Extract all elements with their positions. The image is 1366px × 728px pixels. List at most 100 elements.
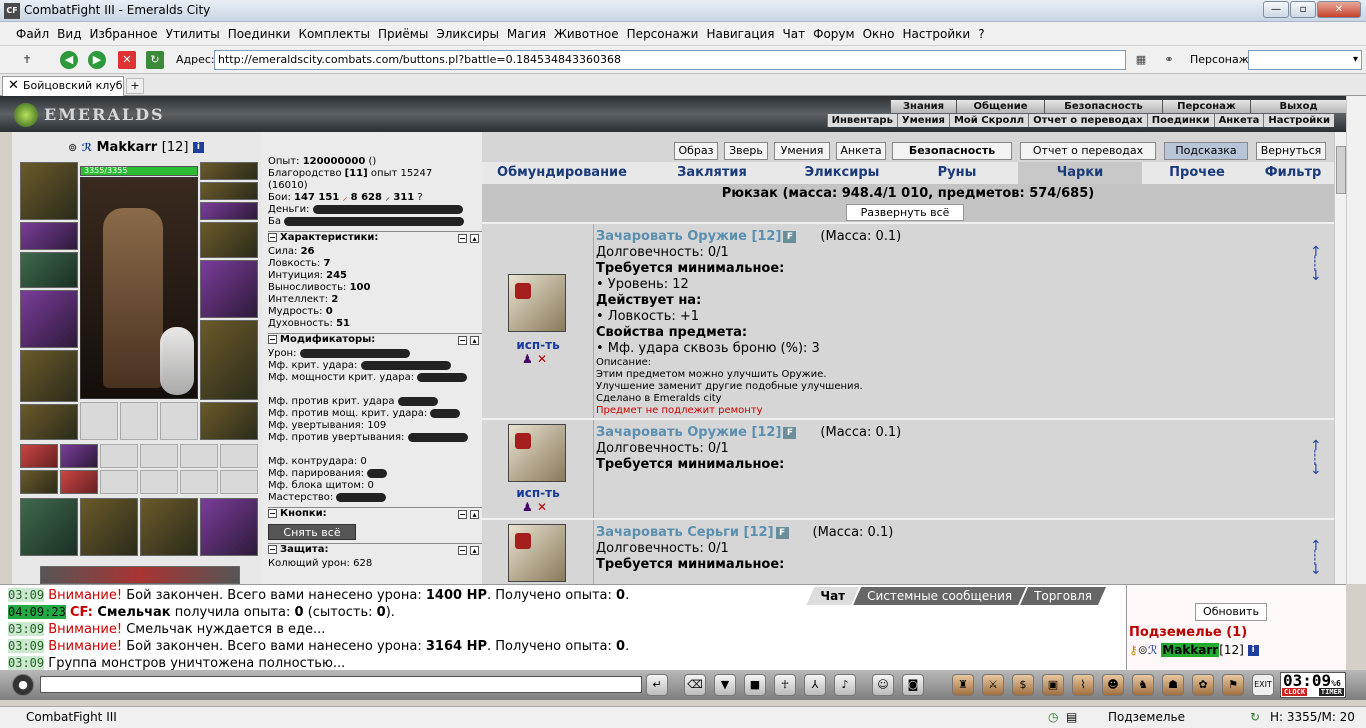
- tool-scroll-icon[interactable]: ⌇: [1072, 674, 1094, 696]
- menu-magic[interactable]: Магия: [503, 22, 550, 46]
- nav-fights[interactable]: Поединки: [1146, 114, 1214, 127]
- tab-chat[interactable]: Чат: [806, 587, 859, 605]
- menu-window[interactable]: Окно: [859, 22, 899, 46]
- back-icon[interactable]: ◀: [60, 51, 78, 69]
- menu-help[interactable]: ?: [974, 22, 988, 46]
- slot-pocket-10[interactable]: [140, 470, 178, 494]
- tab-other[interactable]: Прочее: [1142, 162, 1252, 184]
- pet-owl[interactable]: [160, 327, 194, 395]
- slot-pocket-7[interactable]: [20, 470, 58, 494]
- tab-system[interactable]: Системные сообщения: [853, 587, 1026, 605]
- slot-pocket-2[interactable]: [60, 444, 98, 468]
- slot-pocket-11[interactable]: [180, 470, 218, 494]
- player-row[interactable]: ⚷⊚ℛ Makkarr[12] i: [1129, 643, 1259, 657]
- item-scroll-image[interactable]: [508, 524, 566, 582]
- nav-character[interactable]: Персонаж: [1162, 100, 1250, 113]
- refresh-button[interactable]: Обновить: [1195, 603, 1267, 621]
- info-icon[interactable]: i: [192, 142, 204, 153]
- forum-f-icon[interactable]: F: [775, 526, 789, 539]
- btn-security[interactable]: Безопасность: [892, 142, 1012, 160]
- tool-group-icon[interactable]: ☗: [1162, 674, 1184, 696]
- section-modifiers[interactable]: − Модификаторы: − ▴: [268, 333, 482, 345]
- item-scroll-image[interactable]: [508, 424, 566, 482]
- section-buttons[interactable]: − Кнопки: − ▴: [268, 507, 482, 519]
- move-arrow-icon[interactable]: ↑ ┊ ↓: [1310, 245, 1322, 283]
- fighter-icon[interactable]: ☥: [774, 674, 796, 696]
- maximize-button[interactable]: ▫: [1290, 1, 1316, 18]
- btn-profile[interactable]: Анкета: [836, 142, 886, 160]
- exit-icon[interactable]: EXIT: [1252, 674, 1274, 696]
- page-scrollbar[interactable]: [1346, 96, 1366, 584]
- menu-chars[interactable]: Персонажи: [623, 22, 703, 46]
- menu-tricks[interactable]: Приёмы: [374, 22, 432, 46]
- nav-settings[interactable]: Настройки: [1263, 114, 1334, 127]
- delete-item-icon[interactable]: ✕: [537, 352, 547, 366]
- slot-amulet[interactable]: [20, 222, 78, 250]
- menu-animal[interactable]: Животное: [550, 22, 623, 46]
- tab-fight-club[interactable]: ✕ Бойцовский клуб: [2, 76, 124, 96]
- nav-transfers[interactable]: Отчет о переводах: [1028, 114, 1147, 127]
- refresh-icon[interactable]: ↻: [146, 51, 164, 69]
- use-item-link[interactable]: исп-ть: [482, 338, 594, 352]
- btn-beast[interactable]: Зверь: [724, 142, 768, 160]
- menu-settings[interactable]: Настройки: [898, 22, 974, 46]
- delete-item-icon[interactable]: ✕: [537, 500, 547, 514]
- minimize-button[interactable]: —: [1263, 1, 1289, 18]
- menu-sets[interactable]: Комплекты: [294, 22, 374, 46]
- eraser-icon[interactable]: ⌫: [684, 674, 706, 696]
- btn-return[interactable]: Вернуться: [1256, 142, 1326, 160]
- item-name[interactable]: Зачаровать Оружие [12]: [596, 425, 781, 440]
- slot-pocket-1[interactable]: [20, 444, 58, 468]
- nav-social[interactable]: Общение: [956, 100, 1044, 113]
- section-characteristics[interactable]: − Характеристики: − ▴: [268, 231, 482, 243]
- slot-pocket-9[interactable]: [100, 470, 138, 494]
- tool-flag-icon[interactable]: ⚑: [1222, 674, 1244, 696]
- tab-trade[interactable]: Торговля: [1020, 587, 1106, 605]
- tab-runes[interactable]: Руны: [902, 162, 1012, 184]
- slot-pocket-6[interactable]: [220, 444, 258, 468]
- slot-necklace[interactable]: [200, 182, 258, 200]
- slot-shield[interactable]: [200, 260, 258, 318]
- slot-belt[interactable]: [20, 404, 78, 440]
- move-arrow-icon[interactable]: ↑ ┊ ↓: [1310, 439, 1322, 477]
- stop-icon[interactable]: ✕: [118, 51, 136, 69]
- slot-pants[interactable]: [200, 320, 258, 400]
- page-icon[interactable]: ▦: [1132, 51, 1150, 69]
- slot-pocket-12[interactable]: [220, 470, 258, 494]
- use-item-link[interactable]: исп-ть: [482, 486, 594, 500]
- smile-icon[interactable]: ☺: [872, 674, 894, 696]
- unequip-all-button[interactable]: Снять всё: [268, 524, 356, 540]
- nav-profile[interactable]: Анкета: [1213, 114, 1264, 127]
- slot-helmet[interactable]: [20, 162, 78, 220]
- menu-nav[interactable]: Навигация: [702, 22, 778, 46]
- tab-filter[interactable]: Фильтр: [1252, 162, 1334, 184]
- item-name[interactable]: Зачаровать Серьги [12]: [596, 525, 774, 540]
- slot-bag-4[interactable]: [200, 498, 258, 556]
- nav-skills[interactable]: Умения: [896, 114, 949, 127]
- slot-pocket-3[interactable]: [100, 444, 138, 468]
- menu-view[interactable]: Вид: [53, 22, 85, 46]
- new-tab-button[interactable]: +: [126, 78, 144, 94]
- tool-bag-icon[interactable]: ♜: [952, 674, 974, 696]
- slot-bag-1[interactable]: [20, 498, 78, 556]
- slot-pocket-5[interactable]: [180, 444, 218, 468]
- menu-favorites[interactable]: Избранное: [85, 22, 161, 46]
- slot-pocket-4[interactable]: [140, 444, 178, 468]
- tab-charms[interactable]: Чарки: [1018, 162, 1142, 184]
- send-icon[interactable]: ↵: [646, 674, 668, 696]
- btn-hint[interactable]: Подсказка: [1164, 142, 1248, 160]
- sound-icon[interactable]: ♪: [834, 674, 856, 696]
- inventory-scrollbar[interactable]: [1334, 132, 1346, 584]
- binoculars-icon[interactable]: ⚭: [1160, 51, 1178, 69]
- tool-horse-icon[interactable]: ♞: [1132, 674, 1154, 696]
- menu-forum[interactable]: Форум: [809, 22, 858, 46]
- camera-icon[interactable]: ◙: [902, 674, 924, 696]
- slot-gloves[interactable]: [200, 222, 258, 258]
- save-icon[interactable]: ■: [744, 674, 766, 696]
- btn-image[interactable]: Образ: [674, 142, 718, 160]
- status-clock-icon[interactable]: ◷: [1048, 707, 1058, 727]
- slot-pocket-8[interactable]: [60, 470, 98, 494]
- drop-icon[interactable]: ♟: [522, 500, 533, 514]
- nav-security[interactable]: Безопасность: [1044, 100, 1162, 113]
- menu-elixirs[interactable]: Эликсиры: [432, 22, 503, 46]
